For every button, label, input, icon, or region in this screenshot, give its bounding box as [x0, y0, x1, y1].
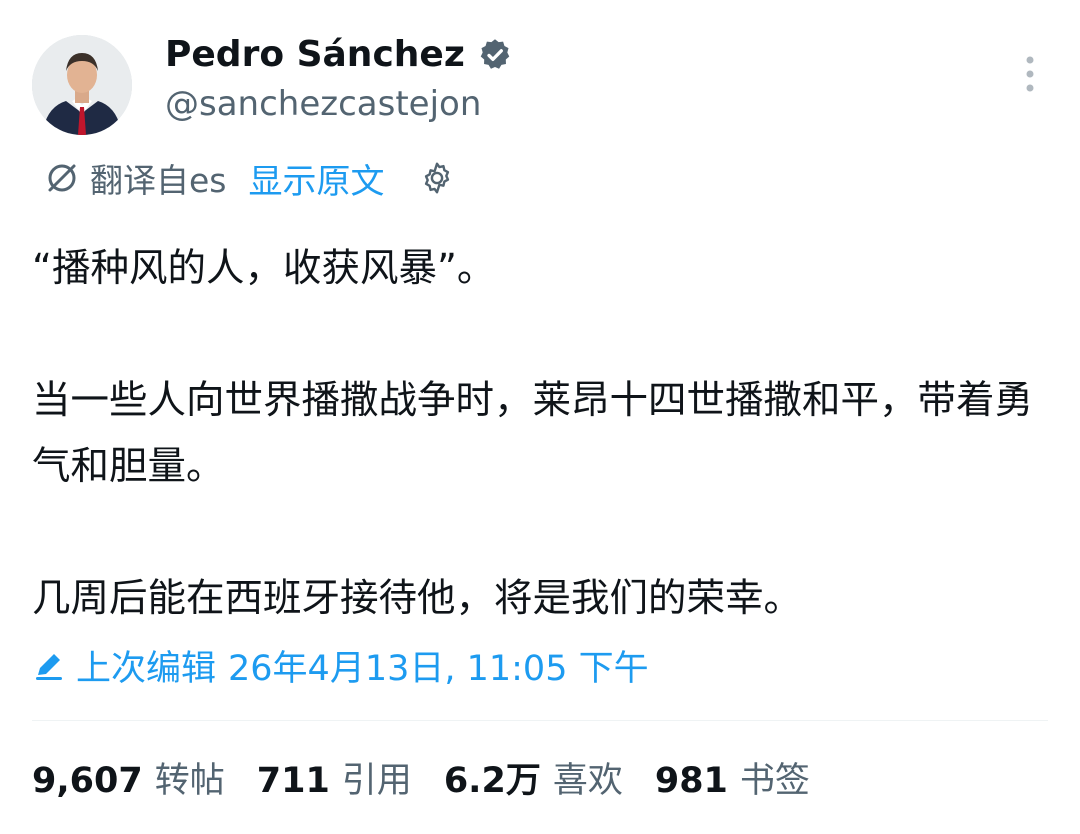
- tweet-paragraph: 几周后能在西班牙接待他，将是我们的荣幸。: [32, 576, 803, 621]
- show-original-link[interactable]: 显示原文: [249, 154, 385, 203]
- more-vertical-icon[interactable]: [1010, 52, 1050, 98]
- engagement-stats: 9,607 转帖 711 引用 6.2万 喜欢 981 书签: [32, 752, 842, 803]
- translated-from-label: 翻译自es: [90, 161, 227, 200]
- translation-bar: 翻译自es 显示原文: [44, 154, 455, 203]
- stat-reposts[interactable]: 9,607 转帖: [32, 752, 225, 803]
- author-name-row: Pedro Sánchez: [165, 34, 513, 75]
- stat-likes[interactable]: 6.2万 喜欢: [444, 752, 623, 803]
- stat-label: 引用: [341, 761, 412, 801]
- stat-label: 转帖: [154, 761, 225, 801]
- pencil-icon: [32, 649, 66, 683]
- author-handle[interactable]: @sanchezcastejon: [165, 84, 481, 124]
- tweet-paragraph: “播种风的人，收获风暴”。: [32, 246, 496, 291]
- stat-label: 喜欢: [552, 761, 623, 801]
- avatar-photo: [32, 35, 132, 135]
- avatar[interactable]: [32, 35, 132, 135]
- stat-value: 981: [654, 761, 728, 801]
- edited-info[interactable]: 上次编辑 26年4月13日, 11:05 下午: [32, 640, 649, 691]
- stat-label: 书签: [739, 761, 810, 801]
- verified-badge-icon: [477, 37, 513, 73]
- tweet-paragraph: 当一些人向世界播撒战争时，莱昂十四世播撒和平，带着勇气和胆量。: [32, 378, 1034, 489]
- stat-value: 6.2万: [443, 761, 541, 801]
- edited-timestamp: 26年4月13日, 11:05 下午: [228, 649, 649, 689]
- tweet-text: “播种风的人，收获风暴”。 当一些人向世界播撒战争时，莱昂十四世播撒和平，带着勇…: [32, 236, 1052, 632]
- stat-quotes[interactable]: 711 引用: [257, 752, 412, 803]
- edited-label: 上次编辑: [76, 649, 217, 689]
- stat-bookmarks[interactable]: 981 书签: [655, 752, 810, 803]
- divider: [32, 720, 1048, 721]
- translate-icon: [44, 160, 80, 196]
- author-display-name[interactable]: Pedro Sánchez: [165, 34, 465, 75]
- stat-value: 711: [256, 761, 330, 801]
- stat-value: 9,607: [32, 761, 143, 801]
- gear-icon[interactable]: [419, 160, 455, 196]
